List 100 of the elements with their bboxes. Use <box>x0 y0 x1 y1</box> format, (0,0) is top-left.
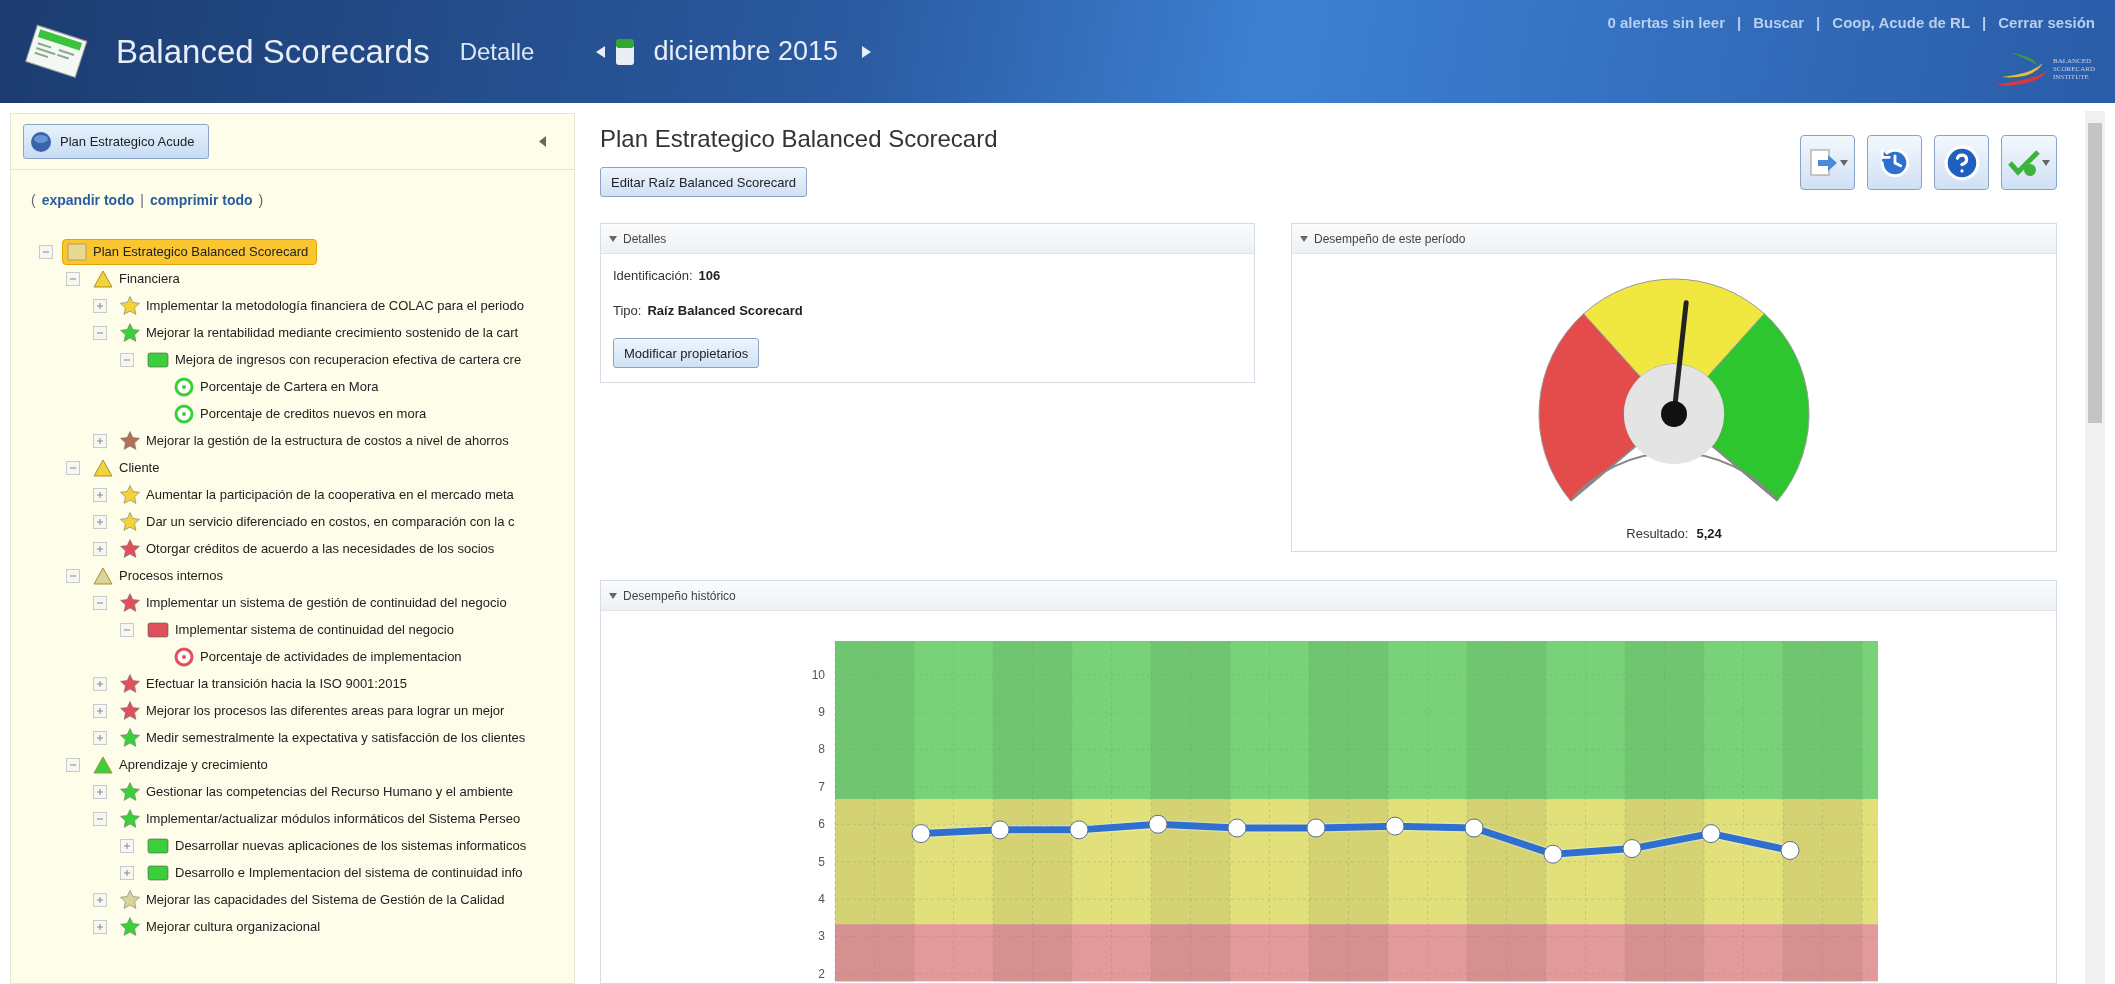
tree-item[interactable]: Efectuar la transición hacia la ISO 9001:2015 <box>120 674 407 693</box>
edit-button[interactable]: Editar Raíz Balanced Scorecard <box>600 167 807 197</box>
tree-item[interactable]: Desarrollar nuevas aplicaciones de los sistemas informaticos <box>147 837 527 854</box>
plus-icon <box>96 490 104 499</box>
approve-button[interactable] <box>2001 135 2057 190</box>
data-point <box>1622 839 1642 859</box>
scrollbar[interactable] <box>2085 111 2105 984</box>
expand-toggle[interactable] <box>93 487 107 502</box>
link-separator: | <box>140 192 144 208</box>
expand-toggle[interactable] <box>120 865 134 880</box>
axis-tick-label: 2 <box>818 966 825 981</box>
expand-toggle[interactable] <box>93 919 107 934</box>
tree-item[interactable]: Mejorar las capacidades del Sistema de Gestión de la Calidad <box>120 890 505 909</box>
help-icon <box>1942 143 1981 182</box>
data-point <box>990 820 1010 840</box>
caret-icon <box>1300 235 1308 242</box>
tree-item[interactable]: Porcentaje de actividades de implementacion <box>174 646 462 667</box>
plus-icon <box>96 517 104 526</box>
tree-item[interactable]: Desarrollo e Implementacion del sistema de continuidad info <box>147 864 523 881</box>
check-icon <box>2008 148 2040 177</box>
app-title: Balanced Scorecards <box>116 32 430 71</box>
expand-toggle[interactable] <box>93 784 107 799</box>
result-value: 5,24 <box>1696 526 1722 541</box>
collapse-toggle[interactable] <box>120 622 134 637</box>
expand-toggle[interactable] <box>93 298 107 313</box>
collapse-all-link[interactable]: comprimir todo <box>149 192 253 208</box>
tree-item[interactable]: Cliente <box>93 458 160 477</box>
axis-tick-label: 9 <box>818 705 825 720</box>
header-link[interactable]: Cerrar sesión <box>1998 14 2095 31</box>
bracket-text: ) <box>258 192 264 208</box>
collapse-icon[interactable] <box>539 136 546 147</box>
axis-tick-label: 10 <box>811 667 825 682</box>
period-label: diciembre 2015 <box>653 36 839 67</box>
tree-item[interactable]: Implementar un sistema de gestión de continuidad del negocio <box>120 593 507 612</box>
plus-icon <box>96 922 104 931</box>
export-button[interactable] <box>1800 135 1855 190</box>
field-value: 106 <box>698 268 721 283</box>
tree-item[interactable]: Mejorar los procesos las diferentes areas para lograr un mejor <box>120 701 505 720</box>
tree-item[interactable]: Plan Estrategico Balanced Scorecard <box>62 238 318 265</box>
axis-tick-label: 7 <box>818 779 825 794</box>
plus-icon <box>96 679 104 688</box>
expand-toggle[interactable] <box>93 892 107 907</box>
previous-icon[interactable] <box>596 45 606 58</box>
panel-title: Detalles <box>623 231 667 246</box>
expand-toggle[interactable] <box>93 541 107 556</box>
tree-item[interactable]: Mejorar la gestión de la estructura de costos a nivel de ahorros <box>120 431 509 450</box>
tree-item[interactable]: Medir semestralmente la expectativa y satisfacción de los clientes <box>120 728 526 747</box>
collapse-toggle[interactable] <box>93 325 107 340</box>
expand-toggle[interactable] <box>120 838 134 853</box>
panel-title: Desempeño de este período <box>1314 231 1466 246</box>
plan-button[interactable]: Plan Estrategico Acude <box>23 124 210 159</box>
caret-icon <box>1839 159 1848 166</box>
tree-item[interactable]: Implementar sistema de continuidad del negocio <box>147 621 454 638</box>
tree-item[interactable]: Aprendizaje y crecimiento <box>93 755 268 774</box>
collapse-toggle[interactable] <box>120 352 134 367</box>
tree-item[interactable]: Otorgar créditos de acuerdo a las necesidades de los socios <box>120 539 495 558</box>
tree-item[interactable]: Implementar/actualizar módulos informáticos del Sistema Perseo <box>120 809 521 828</box>
expand-toggle[interactable] <box>93 514 107 529</box>
expand-toggle[interactable] <box>93 433 107 448</box>
collapse-toggle[interactable] <box>66 271 80 286</box>
next-icon[interactable] <box>862 45 872 58</box>
tree-item[interactable]: Mejora de ingresos con recuperacion efectiva de cartera cre <box>147 351 522 368</box>
header-link[interactable]: Coop, Acude de RL <box>1832 14 1971 31</box>
history-button[interactable] <box>1867 135 1922 190</box>
collapse-toggle[interactable] <box>66 757 80 772</box>
plus-icon <box>123 868 131 877</box>
expand-toggle[interactable] <box>93 703 107 718</box>
collapse-toggle[interactable] <box>66 460 80 475</box>
tree-item[interactable]: Porcentaje de Cartera en Mora <box>174 376 379 397</box>
expand-toggle[interactable] <box>93 676 107 691</box>
tree-item[interactable]: Financiera <box>93 269 180 288</box>
axis-tick-label: 3 <box>818 929 825 944</box>
link-separator: | <box>1816 14 1821 31</box>
collapse-toggle[interactable] <box>93 595 107 610</box>
data-point <box>911 824 931 844</box>
tree-item[interactable]: Mejorar cultura organizacional <box>120 917 321 936</box>
tree-item[interactable]: Porcentaje de creditos nuevos en mora <box>174 403 427 424</box>
axis-tick-label: 4 <box>818 892 825 907</box>
data-point <box>1385 816 1405 836</box>
collapse-toggle[interactable] <box>66 568 80 583</box>
expand-all-link[interactable]: expandir todo <box>41 192 135 208</box>
panel-title: Desempeño histórico <box>623 588 736 603</box>
caret-icon <box>609 592 617 599</box>
collapse-toggle[interactable] <box>93 811 107 826</box>
tree-item[interactable]: Gestionar las competencias del Recurso Humano y el ambiente <box>120 782 514 801</box>
tree-item[interactable]: Mejorar la rentabilidad mediante crecimiento sostenido de la cart <box>120 323 519 342</box>
tree-item[interactable]: Procesos internos <box>93 566 224 585</box>
page-title: Plan Estrategico Balanced Scorecard <box>600 125 998 153</box>
axis-tick-label: 5 <box>818 854 825 869</box>
globe-icon <box>30 130 52 153</box>
caret-icon <box>609 235 617 242</box>
tree-item[interactable]: Dar un servicio diferenciado en costos, en comparación con la c <box>120 512 515 531</box>
modify-owners-button[interactable]: Modificar propietarios <box>613 338 760 368</box>
plus-icon <box>96 544 104 553</box>
expand-toggle[interactable] <box>93 730 107 745</box>
link-separator: | <box>1737 14 1742 31</box>
help-button[interactable] <box>1934 135 1989 190</box>
collapse-toggle[interactable] <box>39 244 53 259</box>
tree-item[interactable]: Implementar la metodología financiera de COLAC para el periodo <box>120 296 524 315</box>
tree-item[interactable]: Aumentar la participación de la cooperativa en el mercado meta <box>120 485 514 504</box>
